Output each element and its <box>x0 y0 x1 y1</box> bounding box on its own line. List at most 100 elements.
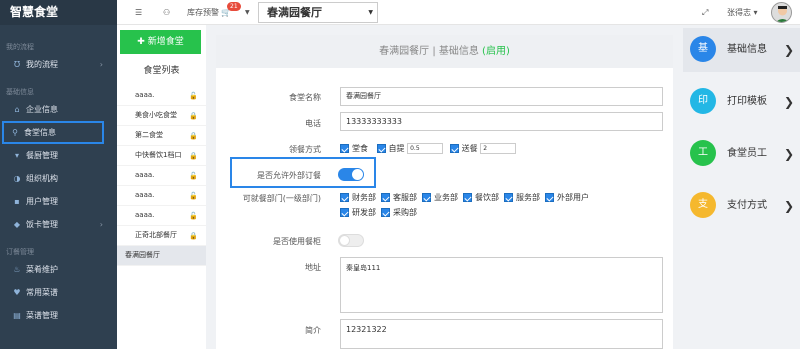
list-item[interactable]: 正奇北部餐厅 🔒 <box>117 226 206 246</box>
intro-field[interactable]: 12321322 <box>340 319 663 349</box>
list-item-name: aaaa. <box>135 171 155 179</box>
sidebar-item-label: 菜肴维护 <box>26 265 58 274</box>
app-logo: 智慧食堂 <box>0 0 117 25</box>
list-item[interactable]: 中快餐饮1档口 🔒 <box>117 146 206 166</box>
list-item[interactable]: aaaa. 🔓 <box>117 186 206 206</box>
unlock-icon: 🔓 <box>189 172 198 180</box>
toggle-knob <box>339 235 350 246</box>
list-item-name: aaaa. <box>135 211 155 219</box>
canteen-select-value: 春满园餐厅 <box>267 6 322 19</box>
cabinet-toggle[interactable] <box>338 234 364 247</box>
nav-item-0[interactable]: 基基础信息 ❯ <box>683 28 800 72</box>
caret-down-icon[interactable]: ▼ <box>245 0 250 25</box>
list-item[interactable]: 美食小吃食堂 🔒 <box>117 106 206 126</box>
nav-item-label: 基础信息 <box>727 44 767 55</box>
list-item-name: aaaa. <box>135 91 155 99</box>
delivery-label: 送餐 <box>461 144 478 153</box>
status-badge: (启用) <box>482 46 510 57</box>
self-pickup-checkbox[interactable] <box>376 144 386 153</box>
canteen-list-panel: ✚ 新增食堂 食堂列表 aaaa. 🔓 美食小吃食堂 🔒 第二食堂 🔒 中快餐饮1档口 🔒 aa… <box>117 25 206 349</box>
list-item-name: 第二食堂 <box>135 131 163 139</box>
dept-label: 外部用户 <box>557 193 589 202</box>
nav-item-label: 食堂员工 <box>727 148 767 159</box>
sidebar-item-menu-mgmt[interactable]: ▤ 菜谱管理 <box>0 304 117 327</box>
add-canteen-button[interactable]: ✚ 新增食堂 <box>120 30 201 54</box>
canteen-select[interactable]: 春满园餐厅 ▼ <box>258 2 378 23</box>
sidebar-item-label: 组织机构 <box>26 174 58 183</box>
dept-checkbox[interactable] <box>340 208 349 217</box>
dept-label: 采购部 <box>393 208 417 217</box>
sidebar: 智慧食堂 我的流程 Ʊ 我的流程 › 基础信息 ⌂ 企业信息 ⚲ 食堂信息 ▾ 餐厨管理 … <box>0 0 117 349</box>
self-pickup-input[interactable]: 0.5 <box>407 143 444 154</box>
chevron-right-icon: › <box>99 60 103 69</box>
nav-item-1[interactable]: 印打印模板 ❯ <box>683 80 800 124</box>
allow-external-toggle[interactable] <box>338 168 364 181</box>
dept-checkbox[interactable] <box>504 193 513 202</box>
cabinet-label: 是否使用餐柜 <box>273 237 321 246</box>
sidebar-item-canteen[interactable]: ⚲ 食堂信息 <box>2 121 104 144</box>
list-item[interactable]: aaaa. 🔓 <box>117 166 206 186</box>
name-label: 食堂名称 <box>289 93 321 102</box>
avatar[interactable] <box>771 2 792 23</box>
dept-label: 可就餐部门(一级部门) <box>242 194 321 203</box>
list-item[interactable]: aaaa. 🔓 <box>117 86 206 106</box>
sidebar-item-label: 企业信息 <box>26 105 58 114</box>
sidebar-item-meal-card[interactable]: ◆ 饭卡管理 › <box>0 213 117 236</box>
dept-label: 服务部 <box>516 193 540 202</box>
topbar: ☰ ⚇ 库存预警 🛒 21 ▼ 春满园餐厅 ▼ ⤢ 张得志 ▾ <box>117 0 800 25</box>
sidebar-item-common-menu[interactable]: ♥ 常用菜谱 <box>0 281 117 304</box>
unlock-icon: 🔓 <box>189 212 198 220</box>
sidebar-item-label: 常用菜谱 <box>26 288 58 297</box>
pie-icon: ◑ <box>13 174 21 183</box>
form-header-title: 春满园餐厅 | 基础信息 <box>379 46 483 57</box>
phone-field[interactable]: 13333333333 <box>340 112 663 131</box>
chevron-right-icon: ❯ <box>783 95 794 109</box>
sidebar-item-org[interactable]: ◑ 组织机构 <box>0 167 117 190</box>
menu-toggle-icon[interactable]: ☰ <box>135 0 142 25</box>
dept-row: 财务部 客服部 业务部 餐饮部 服务部 外部用户 <box>340 192 589 204</box>
caret-down-icon: ▼ <box>368 9 373 16</box>
fullscreen-icon[interactable]: ⤢ <box>702 0 708 25</box>
stock-alert-label[interactable]: 库存预警 <box>187 0 219 25</box>
dept-checkbox[interactable] <box>340 193 349 202</box>
list-item[interactable]: aaaa. 🔓 <box>117 206 206 226</box>
section-basic-info: 基础信息 <box>6 88 34 96</box>
chevron-right-icon: ❯ <box>783 147 794 161</box>
chevron-right-icon: ❯ <box>783 199 794 213</box>
user-name[interactable]: 张得志 ▾ <box>727 0 758 25</box>
fire-icon: ♨ <box>13 265 21 274</box>
dept-checkbox[interactable] <box>381 193 390 202</box>
sidebar-item-company[interactable]: ⌂ 企业信息 <box>0 98 117 121</box>
pickup-options: 堂食 自提 0.5 送餐 2 <box>340 143 517 155</box>
nav-item-3[interactable]: 支支付方式 ❯ <box>683 184 800 228</box>
sidebar-item-users[interactable]: ▪ 用户管理 <box>0 190 117 213</box>
name-field[interactable]: 春满园餐厅 <box>340 87 663 106</box>
user-outline-icon[interactable]: ⚇ <box>163 0 170 25</box>
address-field[interactable]: 秦皇岛111 <box>340 257 663 313</box>
list-item[interactable]: 春满园餐厅 <box>117 246 206 266</box>
nav-item-2[interactable]: 工食堂员工 ❯ <box>683 132 800 176</box>
lock-icon: 🔒 <box>189 232 198 240</box>
sidebar-item-kitchen[interactable]: ▾ 餐厨管理 <box>0 144 117 167</box>
chevron-right-icon: ❯ <box>783 43 794 57</box>
list-item[interactable]: 第二食堂 🔒 <box>117 126 206 146</box>
delivery-checkbox[interactable] <box>449 144 459 153</box>
dept-checkbox[interactable] <box>422 193 431 202</box>
nav-badge-icon: 基 <box>690 36 716 62</box>
sidebar-item-dishes[interactable]: ♨ 菜肴维护 <box>0 258 117 281</box>
dept-checkbox[interactable] <box>463 193 472 202</box>
sidebar-item-my-flow[interactable]: Ʊ 我的流程 › <box>0 53 117 76</box>
canteen-list: aaaa. 🔓 美食小吃食堂 🔒 第二食堂 🔒 中快餐饮1档口 🔒 aaaa. 🔓 aaaa. 🔓 aa… <box>117 86 206 266</box>
dept-label: 研发部 <box>352 208 376 217</box>
alert-count-badge: 21 <box>227 2 241 11</box>
dept-label: 财务部 <box>352 193 376 202</box>
location-pin-icon: ⚲ <box>12 128 18 137</box>
dept-checkbox[interactable] <box>545 193 554 202</box>
nav-item-label: 打印模板 <box>727 96 767 107</box>
dept-checkbox[interactable] <box>381 208 390 217</box>
section-my-flow: 我的流程 <box>6 43 34 51</box>
dine-in-checkbox[interactable] <box>340 144 349 153</box>
list-item-name: 中快餐饮1档口 <box>135 151 182 159</box>
delivery-input[interactable]: 2 <box>480 143 517 154</box>
flow-icon: Ʊ <box>13 60 21 69</box>
